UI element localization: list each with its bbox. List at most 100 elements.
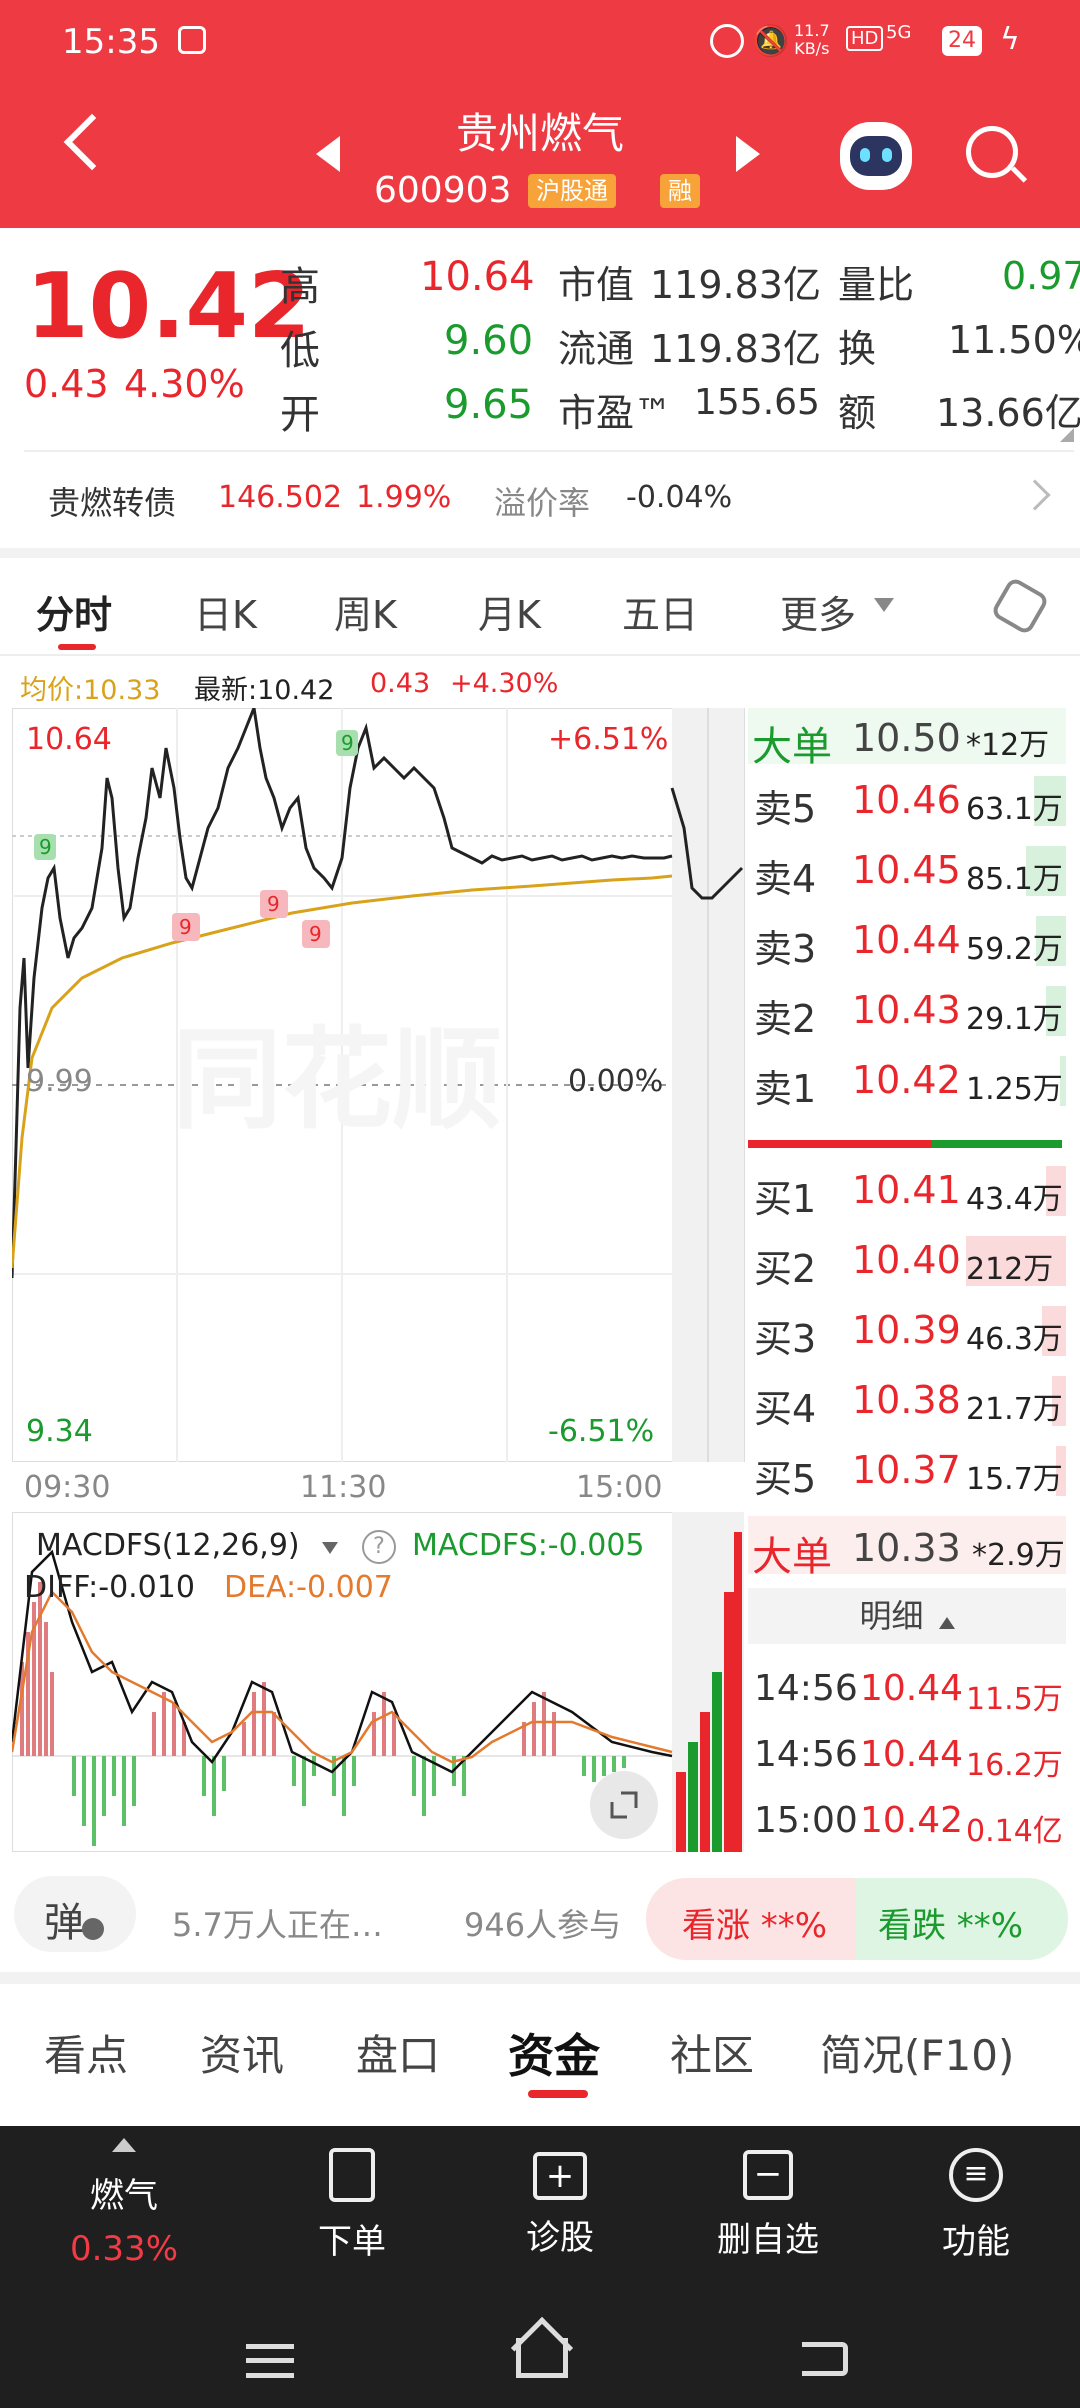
next-stock-icon[interactable] [736, 136, 760, 172]
nav-order[interactable]: 下单 [272, 2148, 432, 2263]
chart-low-label: 9.34 [26, 1414, 93, 1449]
tab-capital[interactable]: 资金 [508, 2020, 600, 2086]
ask-row[interactable]: 卖4 10.45 85.1万 [748, 840, 1066, 902]
macd-title[interactable]: MACDFS(12,26,9) [36, 1528, 300, 1563]
amount-label: 额 [838, 391, 877, 435]
tab-monthly-k[interactable]: 月K [478, 584, 541, 639]
nav-diagnose[interactable]: + 诊股 [480, 2148, 640, 2259]
nav-remove-watchlist[interactable]: − 删自选 [688, 2148, 848, 2261]
bid-price: 10.40 [852, 1238, 961, 1282]
net-speed: 11.7 KB/s [794, 21, 830, 58]
ask-level-label: 卖1 [754, 1067, 817, 1111]
convertible-bond-row[interactable]: 贵燃转债 146.502 1.99% 溢价率 -0.04% [0, 452, 1080, 548]
watching-count: 5.7万人正在… [172, 1906, 383, 1944]
search-icon-handle [1010, 166, 1028, 183]
bid-price: 10.38 [852, 1378, 961, 1422]
hd-icon: HD [846, 26, 884, 51]
big-order-bottom-price: 10.33 [852, 1526, 961, 1570]
back-icon[interactable] [63, 113, 121, 171]
vote-up-button[interactable]: 看涨 **% [646, 1878, 856, 1960]
bid-row[interactable]: 买5 10.37 15.7万 [748, 1440, 1066, 1502]
detail-label: 明细 [859, 1597, 924, 1635]
settings-icon[interactable] [989, 575, 1051, 637]
macd-dropdown-icon[interactable] [322, 1542, 338, 1554]
svg-text:9: 9 [341, 731, 354, 755]
bid-volume: 21.7万 [966, 1392, 1063, 1427]
bid-price: 10.37 [852, 1448, 961, 1492]
ask-level-label: 卖2 [754, 997, 817, 1041]
bid-row[interactable]: 买3 10.39 46.3万 [748, 1300, 1066, 1362]
expand-corner-icon[interactable] [1060, 428, 1074, 442]
nav-stock-name: 燃气 [90, 2176, 158, 2216]
svg-text:9: 9 [39, 835, 52, 859]
tab-more[interactable]: 更多 [780, 584, 856, 639]
bid-level-label: 买1 [754, 1177, 817, 1221]
vote-down-button[interactable]: 看跌 **% [856, 1878, 1068, 1960]
low-label: 低 [280, 328, 320, 374]
ask-price: 10.43 [852, 988, 961, 1032]
nav-order-label: 下单 [318, 2222, 386, 2262]
order-icon [329, 2148, 375, 2202]
stock-code: 600903 [374, 170, 512, 211]
tab-news[interactable]: 资讯 [200, 2022, 284, 2083]
bond-price: 146.502 [218, 480, 343, 515]
system-back-icon[interactable] [802, 2342, 848, 2376]
ask-price: 10.44 [852, 918, 961, 962]
bid-volume: 15.7万 [966, 1462, 1063, 1497]
float-label: 流通 [558, 327, 635, 371]
prev-stock-icon[interactable] [316, 136, 340, 172]
high-label: 高 [280, 264, 320, 310]
system-menu-icon[interactable] [246, 2344, 294, 2378]
bid-row[interactable]: 买4 10.38 21.7万 [748, 1370, 1066, 1432]
chart-change: 0.43 [370, 668, 431, 699]
bid-price: 10.41 [852, 1168, 961, 1212]
tick-volume: 0.14亿 [966, 1814, 1063, 1849]
bid-row[interactable]: 买1 10.41 43.4万 [748, 1160, 1066, 1222]
tick-row: 15:00 10.42 0.14亿 [748, 1792, 1066, 1852]
help-icon[interactable]: ? [362, 1530, 396, 1564]
detail-toggle[interactable]: 明细 [748, 1588, 1066, 1644]
tab-highlights[interactable]: 看点 [44, 2022, 128, 2083]
tab-weekly-k[interactable]: 周K [334, 584, 397, 639]
menu-circle-icon: ≡ [949, 2148, 1003, 2202]
chart-high-pct: +6.51% [548, 722, 669, 757]
nav-stock-pct: 0.33% [69, 2229, 178, 2269]
turnover-label: 换 [838, 327, 877, 371]
watermark-logo: 同花顺 [172, 1016, 502, 1144]
tab-daily-k[interactable]: 日K [194, 584, 257, 639]
ask-price: 10.46 [852, 778, 961, 822]
ask-row[interactable]: 卖5 10.46 63.1万 [748, 770, 1066, 832]
macd-value: MACDFS:-0.005 [412, 1528, 645, 1563]
nav-stock-switch[interactable]: 燃气 0.33% [44, 2138, 204, 2269]
turnover-value: 11.50% [948, 318, 1080, 362]
amount-value: 13.66亿 [936, 391, 1080, 435]
ask-volume: 1.25万 [966, 1072, 1063, 1107]
tab-orderbook[interactable]: 盘口 [356, 2022, 440, 2083]
danmu-toggle[interactable]: 弹 [14, 1876, 136, 1952]
alarm-icon [710, 24, 744, 58]
fullscreen-button[interactable] [590, 1771, 658, 1839]
tab-five-day[interactable]: 五日 [622, 584, 698, 639]
tab-community[interactable]: 社区 [670, 2022, 754, 2083]
tab-intraday[interactable]: 分时 [36, 584, 112, 639]
remove-icon: − [743, 2150, 793, 2200]
ask-row[interactable]: 卖2 10.43 29.1万 [748, 980, 1066, 1042]
status-time: 15:35 [62, 22, 160, 62]
signal-marker-5: 9 [336, 730, 358, 756]
big-order-label: 大单 [752, 724, 832, 770]
open-value: 9.65 [444, 382, 534, 428]
ask-row[interactable]: 卖1 10.42 1.25万 [748, 1050, 1066, 1112]
tab-profile-f10[interactable]: 简况(F10) [820, 2022, 1014, 2083]
avg-price-label: 均价:10.33 [20, 675, 161, 706]
bid-row[interactable]: 买2 10.40 212万 [748, 1230, 1066, 1292]
market-tag: 沪股通 [528, 174, 616, 208]
float-value: 119.83亿 [650, 327, 821, 371]
tick-time: 15:00 [754, 1800, 858, 1841]
ask-row[interactable]: 卖3 10.44 59.2万 [748, 910, 1066, 972]
signal-marker-4: 9 [302, 920, 330, 948]
macd-dea: DEA:-0.007 [224, 1570, 393, 1605]
nav-functions[interactable]: ≡ 功能 [896, 2148, 1056, 2263]
tab-capital-indicator [528, 2090, 588, 2098]
robot-assistant-icon[interactable] [840, 122, 912, 190]
mktcap-value: 119.83亿 [650, 263, 821, 307]
